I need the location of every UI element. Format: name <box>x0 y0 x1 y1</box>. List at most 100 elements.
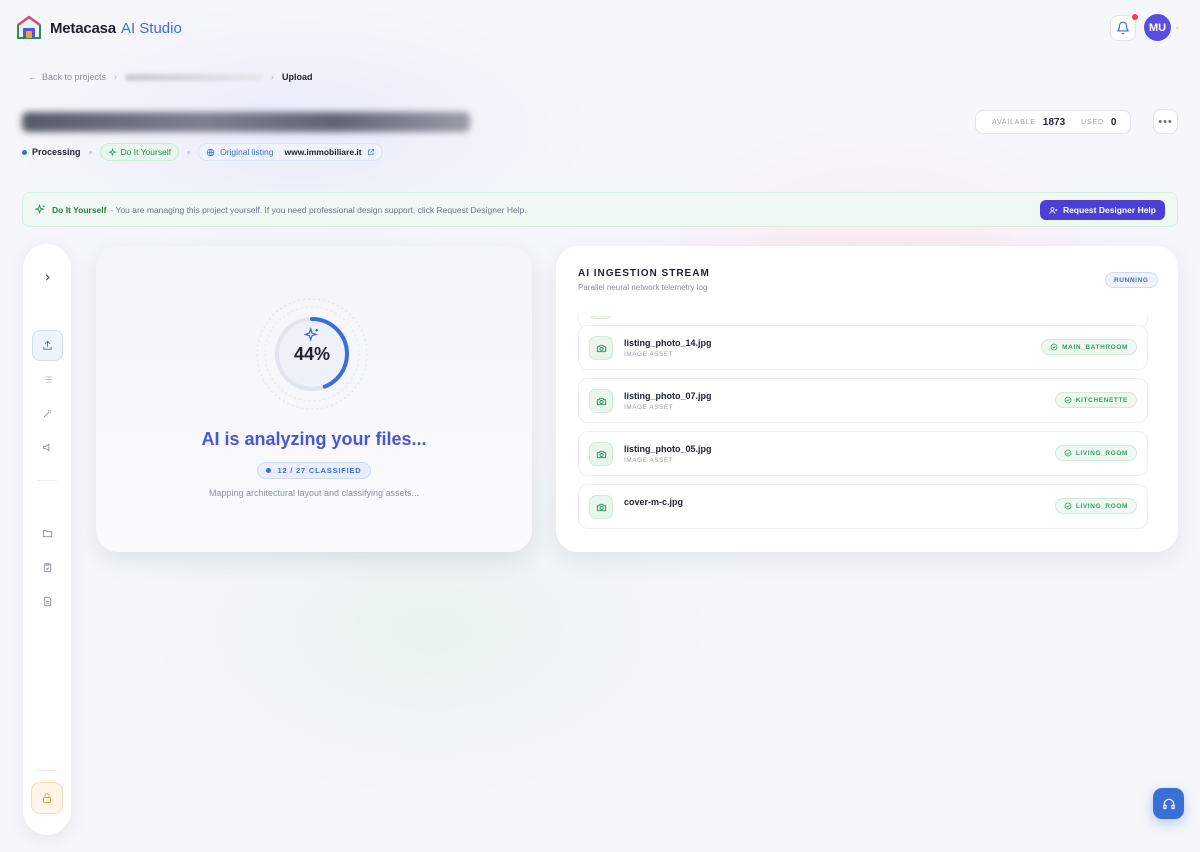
status-indicator: Processing <box>22 147 81 157</box>
project-status-row: Processing Do It Yourself Original listi… <box>22 143 383 161</box>
analysis-title: AI is analyzing your files... <box>201 429 427 449</box>
classified-count-badge: 12 / 27 CLASSIFIED <box>257 462 371 479</box>
chevron-down-icon[interactable]: ⌄ <box>1174 22 1181 31</box>
upload-icon <box>43 340 52 350</box>
file-name: cover-m-c.jpg <box>624 497 684 507</box>
sidebar-item-marketing[interactable] <box>32 432 63 463</box>
analysis-card: 44% AI is analyzing your files... 12 / 2… <box>96 246 532 552</box>
mode-pill-label: Do It Yourself <box>120 147 172 157</box>
diy-banner: Do It Yourself · You are managing this p… <box>22 192 1178 227</box>
house-logo-icon <box>17 15 41 39</box>
check-circle-icon <box>1064 449 1072 457</box>
back-arrow-icon: ← <box>28 72 37 82</box>
sidebar-lock-button[interactable] <box>31 782 63 814</box>
request-designer-help-button[interactable]: Request Designer Help <box>1039 200 1165 220</box>
file-name: listing_photo_07.jpg <box>624 391 712 401</box>
sidebar-item-document[interactable] <box>32 586 63 617</box>
credits-available-label: AVAILABLE <box>992 118 1036 126</box>
room-tag: LIVING_ROOM <box>1054 498 1137 514</box>
notifications-button[interactable] <box>1110 14 1138 41</box>
sidebar-item-upload[interactable] <box>32 330 63 361</box>
breadcrumb-current: Upload <box>282 72 313 82</box>
file-type: IMAGE ASSET <box>624 351 674 358</box>
camera-icon <box>589 495 613 519</box>
room-tag-label: MAIN_BATHROOM <box>1062 343 1128 351</box>
sidebar-expand-button[interactable] <box>32 262 63 293</box>
app-name-accent: AI Studio <box>120 19 182 37</box>
breadcrumb-project-redacted[interactable] <box>125 73 264 81</box>
ingestion-stream-card: AI INGESTION STREAM Parallel neural netw… <box>556 246 1178 552</box>
breadcrumb: ← Back to projects › › Upload <box>28 72 313 82</box>
room-tag: KITCHENETTE <box>1054 392 1137 408</box>
separator-dot <box>187 150 191 154</box>
original-listing-label: Original listing <box>220 147 274 157</box>
room-tag: LIVING_ROOM <box>1054 445 1137 461</box>
chevron-right-icon: › <box>114 72 118 82</box>
credits-panel: AVAILABLE 1873 USED 0 <box>975 110 1131 134</box>
camera-icon <box>589 316 613 319</box>
room-tag-label: LIVING_ROOM <box>1075 502 1128 510</box>
stream-status-badge: RUNNING <box>1105 272 1158 288</box>
magic-wand-icon <box>43 409 52 418</box>
original-listing-link[interactable]: Original listing www.immobiliare.it <box>198 143 383 161</box>
check-circle-icon <box>1064 396 1072 404</box>
megaphone-icon <box>42 443 50 452</box>
clipboard-icon <box>43 563 52 573</box>
support-button[interactable] <box>1153 788 1184 819</box>
credits-available-value: 1873 <box>1042 116 1066 128</box>
user-plus-icon <box>1049 206 1058 214</box>
file-type: IMAGE ASSET <box>624 457 674 464</box>
file-name: listing_photo_05.jpg <box>624 444 712 454</box>
list-item: listing_photo_14.jpg IMAGE ASSET MAIN_BA… <box>578 325 1148 370</box>
lock-icon <box>43 793 51 803</box>
stream-title: AI INGESTION STREAM <box>578 268 710 279</box>
sparkles-icon <box>35 204 45 215</box>
room-tag: MAIN_BATHROOM <box>1041 339 1137 355</box>
external-link-icon <box>367 149 374 155</box>
banner-text: · You are managing this project yourself… <box>110 204 527 215</box>
list-icon <box>43 376 52 383</box>
ellipsis-icon: ••• <box>1158 115 1173 128</box>
sidebar-item-list[interactable] <box>32 364 63 395</box>
sparkles-icon <box>304 327 319 342</box>
classified-dot <box>266 468 272 473</box>
sidebar-item-magic[interactable] <box>32 398 63 429</box>
more-options-button[interactable]: ••• <box>1153 109 1178 134</box>
room-tag-label: LIVING_ROOM <box>1075 449 1128 457</box>
progress-percent: 44% <box>293 344 331 364</box>
credits-used-label: USED <box>1081 118 1104 126</box>
sparkles-icon <box>107 147 117 156</box>
sidebar-item-clipboard[interactable] <box>32 552 63 583</box>
file-type: IMAGE ASSET <box>624 404 674 411</box>
banner-title: Do It Yourself <box>52 204 107 215</box>
document-icon <box>44 596 52 607</box>
list-item: cover-m-c.jpg LIVING_ROOM <box>578 484 1148 529</box>
chevron-right-icon: › <box>271 72 275 82</box>
listing-domain: www.immobiliare.it <box>284 147 362 157</box>
app-logo[interactable]: Metacasa AI Studio <box>16 15 182 41</box>
check-circle-icon <box>1064 502 1072 510</box>
file-name: listing_photo_14.jpg <box>624 338 712 348</box>
globe-icon <box>206 148 215 156</box>
room-tag-label: KITCHENETTE <box>1075 396 1128 404</box>
status-dot <box>22 149 27 155</box>
separator-dot <box>88 150 92 154</box>
bell-icon <box>1117 21 1129 35</box>
stream-list[interactable]: IMAGE ASSET listing_photo_14.jpg IMAGE A… <box>578 316 1148 530</box>
project-title-redacted <box>22 112 470 132</box>
folder-icon <box>42 530 53 538</box>
headset-icon <box>1162 798 1175 809</box>
camera-icon <box>589 336 613 360</box>
classified-count: 12 / 27 CLASSIFIED <box>277 466 362 475</box>
user-avatar[interactable]: MU <box>1144 14 1171 41</box>
sidebar-item-folder[interactable] <box>32 518 63 549</box>
analysis-subtitle: Mapping architectural layout and classif… <box>208 488 420 498</box>
credits-used-value: 0 <box>1110 116 1117 128</box>
chevron-right-icon <box>45 274 50 281</box>
sidebar <box>23 244 71 835</box>
back-to-projects-link[interactable]: Back to projects <box>42 72 106 82</box>
camera-icon <box>589 389 613 413</box>
list-item: listing_photo_05.jpg IMAGE ASSET LIVING_… <box>578 431 1148 476</box>
request-designer-help-label: Request Designer Help <box>1062 205 1156 215</box>
mode-pill: Do It Yourself <box>99 143 180 161</box>
